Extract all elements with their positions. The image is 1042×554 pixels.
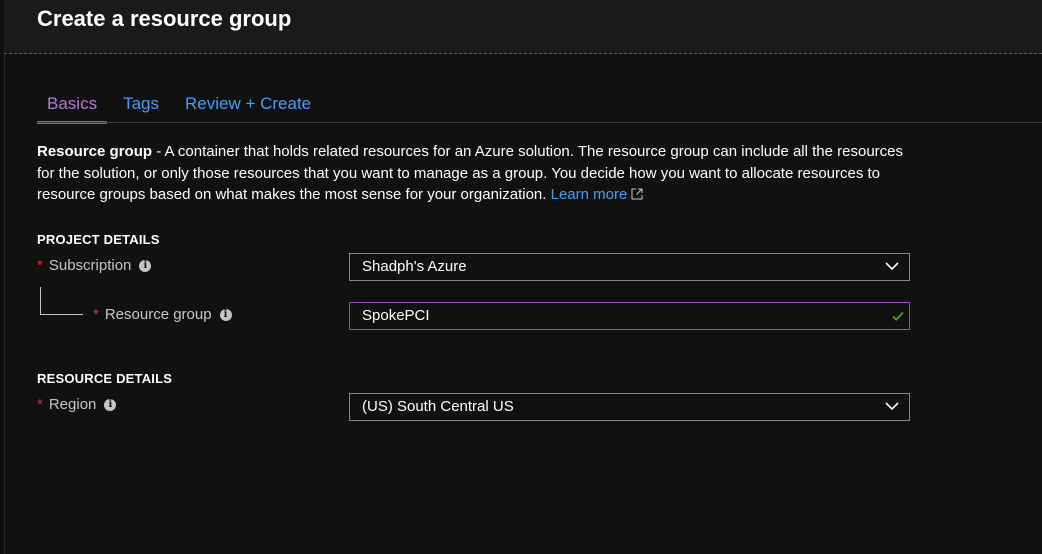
resource-group-value: SpokePCI bbox=[362, 307, 430, 324]
tab-basics[interactable]: Basics bbox=[37, 86, 108, 124]
tab-bar: Basics Tags Review + Create bbox=[37, 86, 327, 124]
tab-review-create[interactable]: Review + Create bbox=[175, 86, 321, 124]
region-value: (US) South Central US bbox=[362, 398, 514, 415]
resource-group-label-text: Resource group bbox=[104, 306, 212, 323]
resource-group-label: * Resource group i bbox=[93, 306, 232, 323]
region-label-text: Region bbox=[48, 396, 97, 413]
info-icon[interactable]: i bbox=[104, 398, 117, 411]
external-link-icon bbox=[631, 188, 643, 200]
page-title: Create a resource group bbox=[37, 6, 292, 31]
subscription-value: Shadph's Azure bbox=[362, 258, 467, 275]
subscription-label: * Subscription i bbox=[37, 257, 152, 274]
description: Resource group - A container that holds … bbox=[37, 141, 917, 206]
left-border bbox=[4, 0, 5, 554]
subscription-label-text: Subscription bbox=[48, 257, 132, 274]
required-marker: * bbox=[37, 396, 43, 413]
tabs-divider bbox=[37, 122, 1042, 123]
info-icon[interactable]: i bbox=[219, 308, 232, 321]
resource-group-input[interactable]: SpokePCI bbox=[349, 302, 910, 330]
learn-more-label: Learn more bbox=[550, 186, 628, 203]
tree-connector bbox=[40, 287, 83, 315]
learn-more-link[interactable]: Learn more bbox=[551, 186, 644, 203]
resource-details-heading: RESOURCE DETAILS bbox=[37, 371, 173, 386]
required-marker: * bbox=[37, 257, 43, 274]
info-icon[interactable]: i bbox=[139, 259, 152, 272]
subscription-dropdown[interactable]: Shadph's Azure bbox=[349, 253, 910, 281]
tab-tags[interactable]: Tags bbox=[113, 86, 169, 124]
description-text: - A container that holds related resourc… bbox=[37, 143, 904, 203]
chevron-down-icon bbox=[885, 262, 899, 271]
required-marker: * bbox=[93, 306, 99, 323]
checkmark-icon bbox=[892, 311, 904, 321]
description-term: Resource group bbox=[37, 143, 153, 160]
chevron-down-icon bbox=[885, 402, 899, 411]
region-dropdown[interactable]: (US) South Central US bbox=[349, 393, 910, 421]
project-details-heading: PROJECT DETAILS bbox=[37, 232, 160, 247]
region-label: * Region i bbox=[37, 396, 117, 413]
